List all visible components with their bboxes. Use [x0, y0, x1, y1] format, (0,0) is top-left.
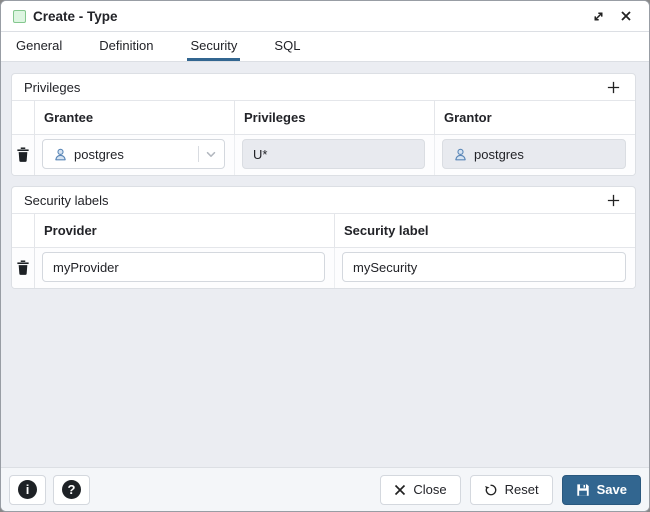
security-labels-row-label-cell	[335, 248, 635, 288]
dialog-footer: i ? Close Reset	[1, 467, 649, 511]
privileges-title: Privileges	[24, 80, 80, 95]
create-type-dialog: Create - Type General Definition Securit…	[0, 0, 650, 512]
security-labels-title: Security labels	[24, 193, 109, 208]
select-separator	[198, 146, 199, 162]
privileges-col-privileges: Privileges	[235, 101, 435, 135]
security-labels-row-provider-cell	[35, 248, 335, 288]
user-icon	[53, 147, 68, 162]
privileges-table: Grantee Privileges Grantor	[12, 101, 635, 175]
delete-security-label-button[interactable]	[13, 257, 33, 277]
dialog-titlebar: Create - Type	[1, 1, 649, 32]
security-labels-panel-header: Security labels	[12, 187, 635, 214]
security-labels-panel: Security labels Provider Security label	[11, 186, 636, 289]
security-label-input[interactable]	[342, 252, 626, 282]
security-labels-col-label: Security label	[335, 214, 635, 248]
close-button-label: Close	[413, 482, 446, 497]
user-icon	[453, 147, 468, 162]
plus-icon	[606, 80, 621, 95]
tab-sql[interactable]: SQL	[271, 32, 303, 61]
grantee-select[interactable]: postgres	[42, 139, 225, 169]
privileges-value-field[interactable]: U*	[242, 139, 425, 169]
privileges-panel-header: Privileges	[12, 74, 635, 101]
tab-general[interactable]: General	[13, 32, 65, 61]
security-tab-panel: Privileges Grantee Privileges Grantor	[1, 62, 649, 467]
plus-icon	[606, 193, 621, 208]
expand-icon	[592, 10, 605, 23]
privileges-panel: Privileges Grantee Privileges Grantor	[11, 73, 636, 176]
privileges-row-privileges-cell: U*	[235, 135, 435, 175]
close-icon	[620, 10, 632, 22]
reset-button[interactable]: Reset	[470, 475, 553, 505]
dialog-help-button[interactable]: ?	[53, 475, 90, 505]
privileges-col-grantee: Grantee	[35, 101, 235, 135]
dialog-title: Create - Type	[33, 9, 118, 24]
tab-security[interactable]: Security	[187, 32, 240, 61]
security-labels-table: Provider Security label	[12, 214, 635, 288]
security-labels-col-actions	[12, 214, 35, 248]
privileges-row-grantee-cell: postgres	[35, 135, 235, 175]
security-labels-row-delete-cell	[12, 248, 35, 288]
security-labels-col-provider: Provider	[35, 214, 335, 248]
reset-button-label: Reset	[505, 482, 539, 497]
provider-input[interactable]	[42, 252, 325, 282]
save-button[interactable]: Save	[562, 475, 641, 505]
grantor-value: postgres	[474, 147, 524, 162]
close-window-button[interactable]	[615, 5, 637, 27]
save-button-label: Save	[597, 482, 627, 497]
privileges-row-grantor-cell: postgres	[435, 135, 635, 175]
add-privilege-button[interactable]	[601, 76, 625, 98]
privileges-col-grantor: Grantor	[435, 101, 635, 135]
close-button[interactable]: Close	[380, 475, 460, 505]
reset-icon	[484, 483, 498, 497]
privileges-col-actions	[12, 101, 35, 135]
close-x-icon	[394, 484, 406, 496]
type-icon	[13, 10, 26, 23]
grantor-field: postgres	[442, 139, 626, 169]
sql-help-button[interactable]: i	[9, 475, 46, 505]
privileges-value: U*	[253, 147, 267, 162]
trash-icon	[16, 260, 30, 275]
add-security-label-button[interactable]	[601, 189, 625, 211]
dialog-tabbar: General Definition Security SQL	[1, 32, 649, 62]
delete-privilege-button[interactable]	[13, 144, 33, 164]
privileges-row-delete-cell	[12, 135, 35, 175]
help-icon: ?	[62, 480, 81, 499]
chevron-down-icon	[204, 147, 218, 161]
info-icon: i	[18, 480, 37, 499]
maximize-button[interactable]	[587, 5, 609, 27]
tab-definition[interactable]: Definition	[96, 32, 156, 61]
save-icon	[576, 483, 590, 497]
grantee-value: postgres	[74, 147, 193, 162]
trash-icon	[16, 147, 30, 162]
